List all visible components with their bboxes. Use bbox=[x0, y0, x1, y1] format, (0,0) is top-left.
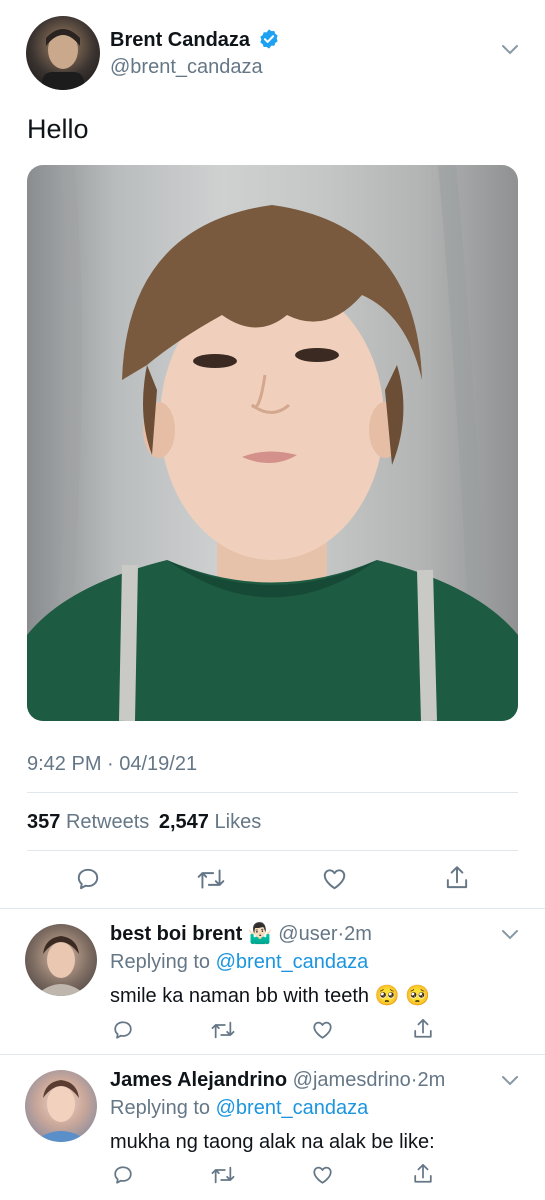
replying-to: Replying to @brent_candaza bbox=[110, 950, 368, 974]
likes-label: Likes bbox=[214, 811, 262, 833]
author-avatar[interactable] bbox=[26, 16, 100, 90]
author-name-row[interactable]: Brent Candaza bbox=[110, 28, 280, 52]
retweets-stat[interactable]: 357 Retweets bbox=[27, 811, 155, 833]
replying-to-label: Replying to bbox=[110, 951, 211, 973]
reply-time: 2m bbox=[344, 923, 372, 945]
author-display-name[interactable]: Brent Candaza bbox=[110, 29, 250, 51]
reply-icon[interactable] bbox=[112, 1164, 134, 1186]
retweets-count: 357 bbox=[27, 811, 61, 833]
chevron-down-icon[interactable] bbox=[501, 1075, 519, 1087]
retweets-label: Retweets bbox=[65, 811, 150, 833]
author-handle[interactable]: @brent_candaza bbox=[110, 55, 263, 79]
pleading-face-emoji-icon: 🥺 🥺 bbox=[374, 985, 430, 1007]
divider bbox=[0, 1054, 545, 1055]
divider bbox=[0, 908, 545, 909]
reply-handle[interactable]: @jamesdrino bbox=[293, 1069, 411, 1091]
reply-text: smile ka naman bb with teeth bbox=[110, 985, 370, 1007]
reply-avatar[interactable] bbox=[25, 1070, 97, 1142]
reply-handle[interactable]: @user bbox=[278, 923, 337, 945]
reply-display-name[interactable]: best boi brent bbox=[110, 923, 242, 945]
reply-header: best boi brent 🤷🏻‍♂️ @user·2m bbox=[110, 922, 372, 946]
reply-header: James Alejandrino @jamesdrino·2m bbox=[110, 1068, 445, 1092]
replying-to-label: Replying to bbox=[110, 1097, 211, 1119]
likes-count: 2,547 bbox=[158, 811, 209, 833]
chevron-down-icon[interactable] bbox=[501, 929, 519, 941]
replying-to: Replying to @brent_candaza bbox=[110, 1096, 368, 1120]
retweet-icon[interactable] bbox=[210, 1019, 236, 1041]
likes-stat[interactable]: 2,547 Likes bbox=[159, 811, 261, 833]
replying-to-link[interactable]: @brent_candaza bbox=[216, 951, 369, 973]
like-icon[interactable] bbox=[311, 1019, 334, 1041]
divider bbox=[27, 792, 518, 793]
reply-avatar[interactable] bbox=[25, 924, 97, 996]
reply-display-name[interactable]: James Alejandrino bbox=[110, 1069, 287, 1091]
tweet-timestamp[interactable]: 9:42 PM · 04/19/21 bbox=[27, 752, 197, 776]
retweet-icon[interactable] bbox=[210, 1164, 236, 1186]
reply-icon[interactable] bbox=[112, 1019, 134, 1041]
like-icon[interactable] bbox=[311, 1164, 334, 1186]
share-icon[interactable] bbox=[444, 864, 470, 892]
like-icon[interactable] bbox=[321, 866, 348, 892]
reply-text: mukha ng taong alak na alak be like: bbox=[110, 1131, 435, 1153]
avatar-photo-icon bbox=[33, 1080, 89, 1142]
retweet-icon[interactable] bbox=[196, 866, 226, 892]
share-icon[interactable] bbox=[412, 1162, 434, 1186]
divider bbox=[27, 850, 518, 851]
portrait-photo-icon bbox=[27, 165, 518, 721]
replying-to-link[interactable]: @brent_candaza bbox=[216, 1097, 369, 1119]
share-icon[interactable] bbox=[412, 1017, 434, 1041]
tweet-stats: 357 Retweets 2,547 Likes bbox=[27, 810, 261, 834]
chevron-down-icon[interactable] bbox=[501, 44, 519, 56]
tweet-text: Hello bbox=[27, 114, 89, 144]
reply-text-row: smile ka naman bb with teeth 🥺 🥺 bbox=[110, 984, 430, 1008]
verified-badge-icon bbox=[259, 29, 278, 49]
reply-time: 2m bbox=[417, 1069, 446, 1091]
reply-icon[interactable] bbox=[75, 866, 101, 892]
avatar-photo-icon bbox=[35, 936, 87, 996]
tweet-media-photo[interactable] bbox=[27, 165, 518, 721]
avatar-photo-icon bbox=[42, 29, 84, 90]
shrug-emoji-icon: 🤷🏻‍♂️ bbox=[247, 923, 273, 945]
